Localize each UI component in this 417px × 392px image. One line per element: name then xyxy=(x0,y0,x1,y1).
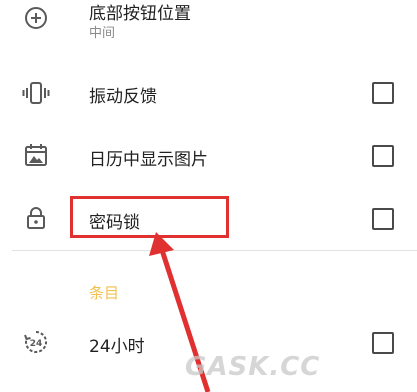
setting-title: 振动反馈 xyxy=(89,87,157,107)
vibration-feedback-checkbox[interactable] xyxy=(372,82,394,104)
setting-title: 日历中显示图片 xyxy=(89,150,208,170)
section-header-entries: 条目 xyxy=(89,284,120,302)
calendar-image-icon xyxy=(22,141,50,169)
calendar-show-images-checkbox[interactable] xyxy=(372,145,394,167)
section-divider xyxy=(12,250,417,251)
plus-circle-icon xyxy=(22,4,50,32)
settings-screen: 底部按钮位置 中间 振动反馈 日历中显示图片 密码锁 条目 24 24小时 GA… xyxy=(0,0,417,392)
24h-clock-icon: 24 xyxy=(22,328,50,356)
password-lock-checkbox[interactable] xyxy=(372,208,394,230)
setting-subtitle: 中间 xyxy=(89,26,116,41)
setting-bottom-button-position[interactable]: 底部按钮位置 中间 xyxy=(0,0,417,62)
setting-calendar-show-images[interactable]: 日历中显示图片 xyxy=(0,124,417,186)
setting-title: 密码锁 xyxy=(89,213,140,233)
setting-vibration-feedback[interactable]: 振动反馈 xyxy=(0,62,417,124)
time-24h-checkbox[interactable] xyxy=(372,332,394,354)
setting-password-lock[interactable]: 密码锁 xyxy=(0,186,417,248)
svg-text:24: 24 xyxy=(30,339,43,349)
vibration-icon xyxy=(22,79,50,107)
lock-icon xyxy=(22,204,50,232)
watermark-text: GASK.CC xyxy=(185,352,321,382)
setting-title: 底部按钮位置 xyxy=(89,4,191,24)
setting-title: 24小时 xyxy=(89,337,145,357)
